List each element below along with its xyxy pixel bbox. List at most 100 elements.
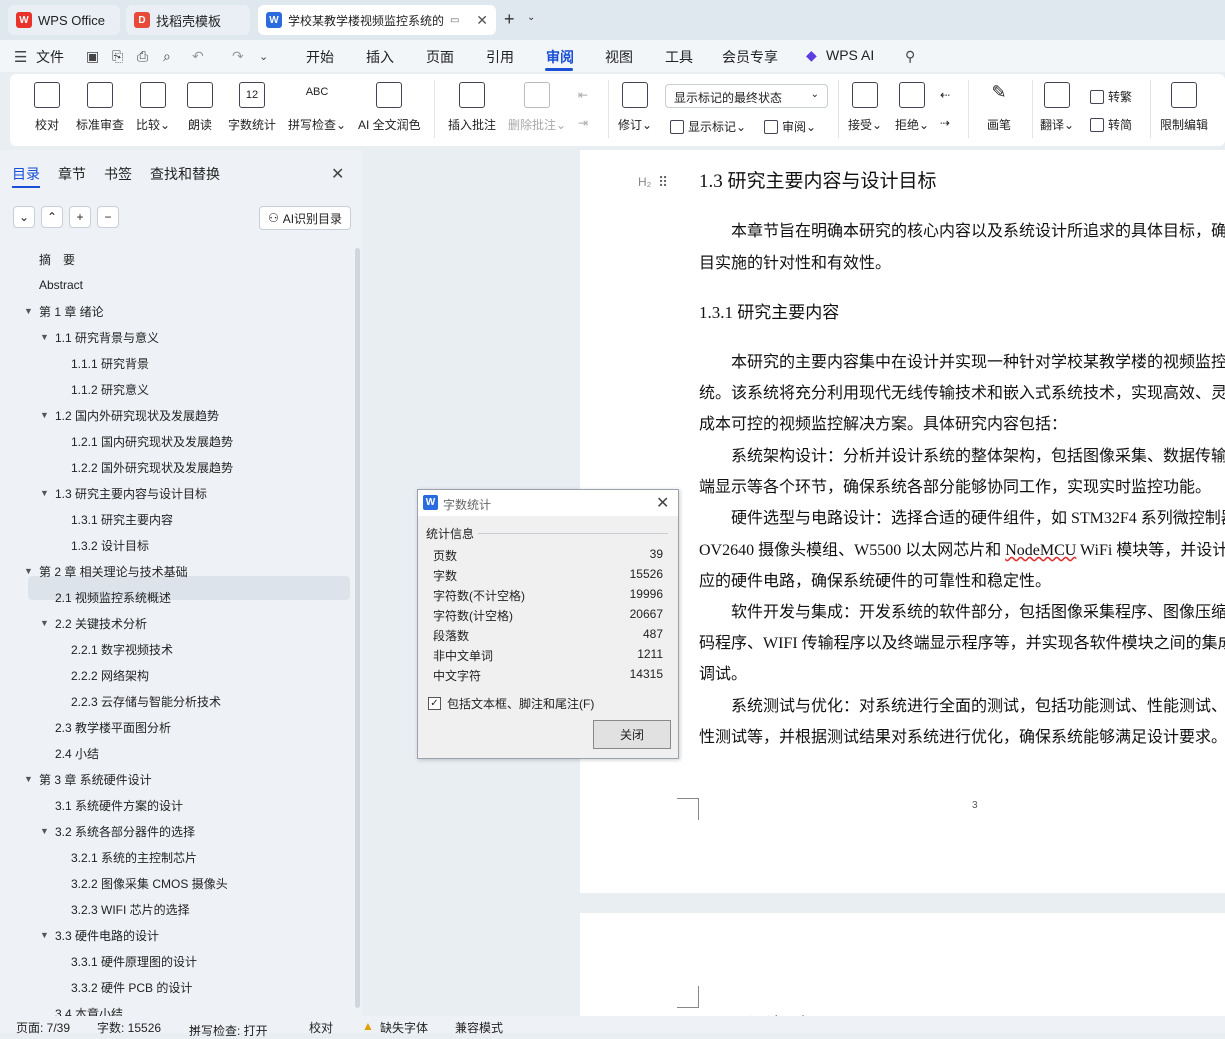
missing-font-status[interactable]: 缺失字体 — [380, 1019, 428, 1036]
hamburger-icon[interactable]: ☰ — [14, 48, 27, 66]
expand-triangle-icon[interactable]: ▼ — [24, 306, 33, 316]
reject-button[interactable]: 拒绝⌄ — [895, 82, 929, 133]
pane-scrollbar[interactable] — [355, 248, 360, 1008]
to-simplified-button[interactable]: 转简 — [1090, 116, 1132, 133]
print-icon[interactable]: ⎙ — [137, 48, 148, 65]
expand-triangle-icon[interactable]: ▼ — [24, 566, 33, 576]
paragraph[interactable]: 软件开发与集成：开发系统的软件部分，包括图像采集程序、图像压缩与 — [731, 598, 1225, 622]
tab-templates[interactable]: D 找稻壳模板 — [126, 5, 250, 35]
paragraph[interactable]: 调试。 — [699, 660, 747, 684]
toc-item[interactable]: ▼ 3.2 系统各部分器件的选择 — [40, 818, 195, 844]
paragraph[interactable]: 统。该系统将充分利用现代无线传输技术和嵌入式系统技术，实现高效、灵活 — [699, 379, 1225, 403]
close-pane-icon[interactable]: ✕ — [331, 164, 344, 184]
delete-comment-button[interactable]: 删除批注⌄ — [508, 82, 566, 133]
paragraph[interactable]: 应的硬件电路，确保系统硬件的可靠性和稳定性。 — [699, 567, 1051, 591]
toc-item[interactable]: 2.2.3 云存储与智能分析技术 — [71, 688, 221, 714]
toc-item[interactable]: 1.3.2 设计目标 — [71, 532, 149, 558]
toc-item[interactable]: 3.2.1 系统的主控制芯片 — [71, 844, 197, 870]
expand-triangle-icon[interactable]: ▼ — [40, 410, 49, 420]
expand-triangle-icon[interactable]: ▼ — [40, 618, 49, 628]
tab-sections[interactable]: 章节 — [58, 164, 86, 184]
expand-triangle-icon[interactable]: ▼ — [24, 774, 33, 784]
remove-heading-button[interactable]: − — [97, 206, 119, 228]
markup-display-select[interactable]: 显示标记的最终状态 ⌄ — [665, 84, 828, 108]
close-icon[interactable]: ✕ — [656, 493, 669, 513]
undo-icon[interactable]: ↶ — [192, 48, 204, 65]
accept-button[interactable]: 接受⌄ — [848, 82, 882, 133]
previous-change-icon[interactable]: ⇠ — [940, 88, 950, 102]
menu-review[interactable]: 审阅 — [546, 47, 574, 67]
menu-home[interactable]: 开始 — [306, 47, 334, 67]
menu-insert[interactable]: 插入 — [366, 47, 394, 67]
tab-document[interactable]: W 学校某教学楼视频监控系统的 ▭ ✕ — [258, 5, 496, 35]
paragraph[interactable]: 码程序、WIFI 传输程序以及终端显示程序等，并实现各软件模块之间的集成 — [699, 629, 1225, 653]
toc-item[interactable]: 1.1.2 研究意义 — [71, 376, 149, 402]
restrict-editing-button[interactable]: 限制编辑 — [1160, 82, 1208, 133]
paragraph[interactable]: 成本可控的视频监控解决方案。具体研究内容包括： — [699, 410, 1067, 434]
menu-tools[interactable]: 工具 — [665, 47, 693, 67]
word-count-indicator[interactable]: 字数: 15526 — [97, 1019, 161, 1036]
redo-icon[interactable]: ↷ — [232, 48, 244, 65]
compare-button[interactable]: 比较⌄ — [136, 82, 170, 133]
to-traditional-button[interactable]: 转繁 — [1090, 88, 1132, 105]
toc-item[interactable]: 2.4 小结 — [55, 740, 99, 766]
tab-find-replace[interactable]: 查找和替换 — [150, 164, 220, 184]
toc-item[interactable]: ▼ 第 2 章 相关理论与技术基础 — [24, 558, 188, 584]
proofread-button[interactable]: 校对 — [34, 82, 60, 133]
expand-down-button[interactable]: ⌄ — [13, 206, 35, 228]
paragraph[interactable]: 系统架构设计：分析并设计系统的整体架构，包括图像采集、数据传输、 — [731, 442, 1225, 466]
dialog-titlebar[interactable]: W 字数统计 ✕ — [418, 490, 678, 516]
toc-item[interactable]: 2.3 教学楼平面图分析 — [55, 714, 171, 740]
paragraph[interactable]: 本章节旨在明确本研究的核心内容以及系统设计所追求的具体目标，确保 — [731, 217, 1225, 241]
expand-triangle-icon[interactable]: ▼ — [40, 332, 49, 342]
checkmark-icon[interactable]: ✓ — [428, 697, 441, 710]
close-button[interactable]: 关闭 — [593, 720, 671, 749]
paragraph[interactable]: 性测试等，并根据测试结果对系统进行优化，确保系统能够满足设计要求。 — [699, 723, 1225, 747]
paragraph[interactable]: 本研究的主要内容集中在设计并实现一种针对学校某教学楼的视频监控 — [731, 348, 1225, 372]
toc-item[interactable]: 摘 要 — [39, 246, 75, 272]
menu-references[interactable]: 引用 — [486, 47, 514, 67]
paragraph[interactable]: 系统测试与优化：对系统进行全面的测试，包括功能测试、性能测试、稳 — [731, 692, 1225, 716]
translate-button[interactable]: 翻译⌄ — [1040, 82, 1074, 133]
toc-item[interactable]: 2.2.2 网络架构 — [71, 662, 149, 688]
ai-recognize-toc-button[interactable]: ⚇ AI识别目录 — [259, 206, 351, 230]
previous-comment-icon[interactable]: ⇤ — [578, 88, 588, 102]
show-markup-button[interactable]: 显示标记 ⌄ — [670, 118, 746, 135]
toc-item[interactable]: ▼ 第 3 章 系统硬件设计 — [24, 766, 152, 792]
subsection-heading[interactable]: 1.3.1 研究主要内容 — [699, 298, 839, 323]
include-textbox-checkbox[interactable]: ✓ 包括文本框、脚注和尾注(F) — [428, 695, 594, 712]
expand-triangle-icon[interactable]: ▼ — [40, 930, 49, 940]
pen-button[interactable]: ✎ 画笔 — [986, 82, 1012, 133]
toc-item[interactable]: 2.2.1 数字视频技术 — [71, 636, 173, 662]
standard-review-button[interactable]: 标准审查 — [76, 82, 124, 133]
toc-item[interactable]: ▼ 第 1 章 绪论 — [24, 298, 104, 324]
save-icon[interactable]: ▣ — [86, 48, 99, 65]
paragraph[interactable]: 端显示等各个环节，确保系统各部分能够协同工作，实现实时监控功能。 — [699, 473, 1211, 497]
print-preview-icon[interactable]: ⌕ — [163, 48, 171, 65]
review-pane-button[interactable]: 审阅 ⌄ — [764, 118, 816, 135]
toc-item[interactable]: Abstract — [39, 272, 83, 298]
next-comment-icon[interactable]: ⇥ — [578, 116, 588, 130]
expand-triangle-icon[interactable]: ▼ — [40, 488, 49, 498]
read-aloud-button[interactable]: 朗读 — [187, 82, 213, 133]
expand-triangle-icon[interactable]: ▼ — [40, 826, 49, 836]
toc-item[interactable]: ▼ 1.2 国内外研究现状及发展趋势 — [40, 402, 219, 428]
menu-file[interactable]: 文件 — [36, 47, 64, 67]
ai-polish-button[interactable]: AI 全文润色 — [358, 82, 421, 133]
drag-handle-icon[interactable]: ⠿ — [658, 174, 668, 191]
toc-item[interactable]: 3.2.3 WIFI 芯片的选择 — [71, 896, 190, 922]
tab-toc[interactable]: 目录 — [12, 164, 40, 184]
toc-item[interactable]: ▼ 1.3 研究主要内容与设计目标 — [40, 480, 207, 506]
collapse-up-button[interactable]: ⌃ — [41, 206, 63, 228]
paragraph[interactable]: 硬件选型与电路设计：选择合适的硬件组件，如 STM32F4 系列微控制器 — [731, 504, 1225, 528]
menu-page[interactable]: 页面 — [426, 47, 454, 67]
toc-item[interactable]: 2.1 视频监控系统概述 — [55, 584, 171, 610]
toc-item[interactable]: ▼ 2.2 关键技术分析 — [40, 610, 147, 636]
toc-item[interactable]: 1.2.1 国内研究现状及发展趋势 — [71, 428, 233, 454]
track-changes-button[interactable]: 修订⌄ — [618, 82, 652, 133]
new-tab-button[interactable]: + — [504, 9, 515, 30]
add-heading-button[interactable]: + — [69, 206, 91, 228]
word-count-button[interactable]: 12 字数统计 — [228, 82, 276, 133]
menu-membership[interactable]: 会员专享 — [722, 47, 778, 67]
toc-item[interactable]: 3.1 系统硬件方案的设计 — [55, 792, 183, 818]
